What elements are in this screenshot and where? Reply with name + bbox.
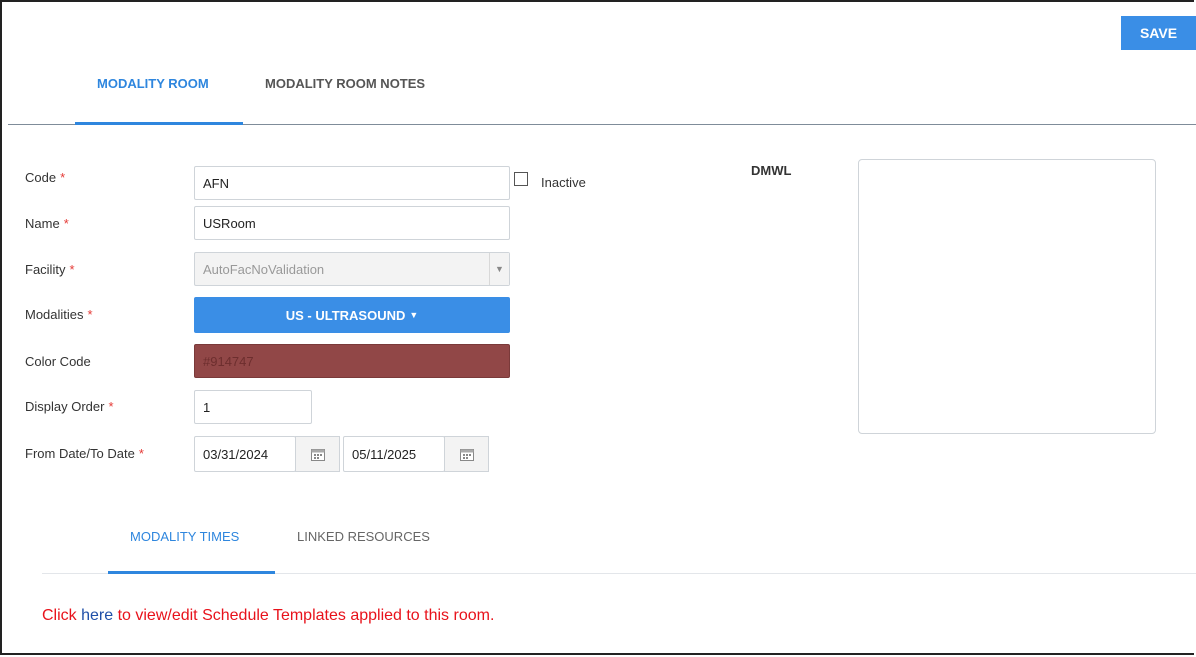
active-sub-tab-indicator: [108, 571, 275, 574]
display-order-value: 1: [203, 399, 211, 415]
required-marker: *: [138, 446, 144, 461]
name-input[interactable]: USRoom: [194, 206, 510, 240]
from-date-calendar-button[interactable]: [295, 436, 340, 472]
dates-label: From Date/To Date *: [25, 446, 144, 461]
save-button[interactable]: SAVE: [1121, 16, 1196, 50]
dmwl-list[interactable]: [858, 159, 1156, 434]
notice-text-before: Click: [42, 607, 82, 624]
facility-value: AutoFacNoValidation: [203, 261, 325, 277]
calendar-icon: [459, 448, 474, 461]
schedule-templates-notice: Click here to view/edit Schedule Templat…: [42, 607, 494, 625]
name-label: Name *: [25, 216, 69, 231]
notice-text-after: to view/edit Schedule Templates applied …: [113, 607, 495, 624]
display-order-label: Display Order *: [25, 399, 114, 414]
to-date-value: 05/11/2025: [352, 446, 417, 462]
color-code-value: #914747: [203, 353, 254, 369]
to-date-input[interactable]: 05/11/2025: [343, 436, 445, 472]
color-code-picker[interactable]: #914747: [194, 344, 510, 378]
tab-modality-times[interactable]: MODALITY TIMES: [130, 529, 239, 544]
tab-modality-room-notes[interactable]: MODALITY ROOM NOTES: [265, 76, 425, 91]
facility-label: Facility *: [25, 262, 75, 277]
code-input[interactable]: AFN: [194, 166, 510, 200]
display-order-label-text: Display Order: [25, 399, 105, 414]
name-value: USRoom: [203, 215, 256, 231]
modalities-dropdown-button[interactable]: US - ULTRASOUND ▼: [194, 297, 510, 333]
chevron-down-icon[interactable]: ▼: [489, 253, 509, 285]
code-label-text: Code: [25, 170, 57, 185]
modalities-label-text: Modalities: [25, 307, 84, 322]
dmwl-label: DMWL: [751, 163, 792, 178]
facility-select[interactable]: AutoFacNoValidation ▼: [194, 252, 510, 286]
dates-label-text: From Date/To Date: [25, 446, 135, 461]
required-marker: *: [60, 170, 66, 185]
inactive-label: Inactive: [541, 175, 586, 190]
modalities-label: Modalities *: [25, 307, 93, 322]
active-tab-indicator: [75, 122, 243, 125]
facility-label-text: Facility: [25, 262, 66, 277]
from-date-input[interactable]: 03/31/2024: [194, 436, 296, 472]
calendar-icon: [310, 448, 325, 461]
required-marker: *: [69, 262, 75, 277]
required-marker: *: [108, 399, 114, 414]
modalities-value: US - ULTRASOUND: [285, 307, 406, 323]
tab-linked-resources[interactable]: LINKED RESOURCES: [297, 529, 430, 544]
code-value: AFN: [203, 175, 229, 191]
inactive-checkbox[interactable]: [514, 172, 528, 186]
caret-down-icon: ▼: [409, 310, 419, 320]
name-label-text: Name: [25, 216, 60, 231]
required-marker: *: [87, 307, 93, 322]
required-marker: *: [63, 216, 69, 231]
color-code-label-text: Color Code: [25, 354, 91, 369]
schedule-templates-link[interactable]: here: [81, 607, 113, 624]
from-date-value: 03/31/2024: [203, 446, 269, 462]
display-order-input[interactable]: 1: [194, 390, 312, 424]
tab-modality-room[interactable]: MODALITY ROOM: [97, 76, 209, 91]
code-label: Code *: [25, 170, 65, 185]
color-code-label: Color Code: [25, 354, 91, 369]
to-date-calendar-button[interactable]: [444, 436, 489, 472]
